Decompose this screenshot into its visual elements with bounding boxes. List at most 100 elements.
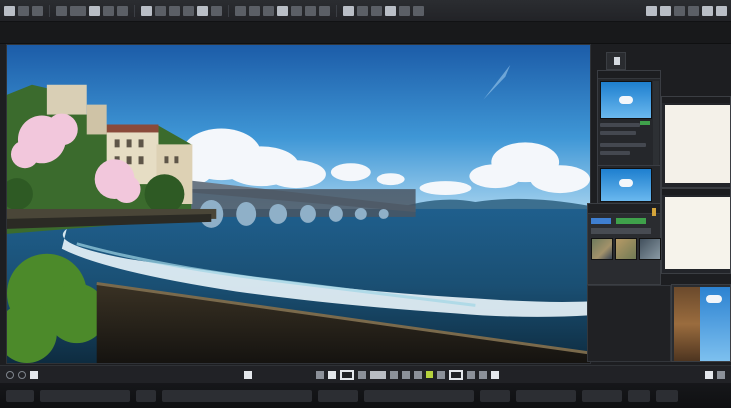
frame-icon[interactable] — [316, 370, 324, 379]
lock-icon[interactable] — [244, 370, 252, 379]
layer-options-row[interactable] — [591, 228, 651, 234]
lasso-icon[interactable] — [211, 5, 222, 16]
preview-image-left[interactable] — [674, 287, 700, 361]
save-icon[interactable] — [89, 5, 100, 16]
undo-icon[interactable] — [103, 5, 114, 16]
image-preview-panel — [671, 284, 731, 362]
layer-opacity-bar[interactable] — [616, 218, 646, 224]
fullscreen-icon[interactable] — [705, 370, 713, 379]
navigator-option-row[interactable] — [600, 143, 646, 147]
toolbar-divider — [49, 4, 50, 17]
help-icon[interactable] — [674, 5, 685, 16]
layer-thumbnail[interactable] — [615, 238, 637, 260]
dock-item[interactable] — [162, 389, 312, 402]
reference-panel-header[interactable] — [662, 97, 730, 103]
flip-icon[interactable] — [491, 370, 499, 379]
pencil-icon[interactable] — [414, 370, 422, 379]
redo-icon[interactable] — [117, 5, 128, 16]
dock-item[interactable] — [136, 389, 156, 402]
point-icon[interactable] — [358, 370, 366, 379]
selection-frame-icon[interactable] — [340, 369, 354, 380]
circle-icon[interactable] — [18, 370, 26, 379]
window-icon[interactable] — [646, 5, 657, 16]
notes-canvas[interactable] — [665, 197, 730, 269]
reference-canvas[interactable] — [665, 105, 730, 183]
dock-item[interactable] — [40, 389, 130, 402]
toolbar-divider — [228, 4, 229, 17]
bottom-dock — [0, 383, 731, 408]
new-file-icon[interactable] — [56, 5, 67, 16]
filter-icon[interactable] — [371, 5, 382, 16]
layer-thumbnail[interactable] — [639, 238, 661, 260]
navigator-option-row[interactable] — [600, 151, 630, 155]
adjust-icon[interactable] — [385, 5, 396, 16]
navigator-zoom-slider[interactable] — [600, 123, 640, 127]
eyedropper-icon[interactable] — [291, 5, 302, 16]
frame-tool-icon[interactable] — [449, 369, 463, 380]
hand-icon[interactable] — [305, 5, 316, 16]
preview-image-right[interactable] — [700, 287, 730, 361]
transform-icon[interactable] — [235, 5, 246, 16]
navigator-thumbnail[interactable] — [600, 81, 652, 119]
fill-icon[interactable] — [169, 5, 180, 16]
layers-icon[interactable] — [343, 5, 354, 16]
top-toolbar — [0, 0, 731, 22]
canvas-painting — [7, 45, 590, 363]
grid-icon[interactable] — [399, 5, 410, 16]
shape-icon[interactable] — [479, 370, 487, 379]
dock-item[interactable] — [582, 389, 622, 402]
view-icon[interactable] — [717, 370, 725, 379]
open-file-icon[interactable] — [70, 5, 86, 16]
dock-item[interactable] — [516, 389, 576, 402]
panel-toggle-icon — [614, 57, 620, 65]
toolbar-divider — [134, 4, 135, 17]
ruler-icon[interactable] — [413, 5, 424, 16]
marker-icon[interactable] — [437, 370, 445, 379]
square-icon[interactable] — [30, 370, 38, 379]
text-icon[interactable] — [263, 5, 274, 16]
dock-item[interactable] — [364, 389, 474, 402]
pen-icon[interactable] — [402, 370, 410, 379]
crop-icon[interactable] — [249, 5, 260, 16]
settings-icon[interactable] — [688, 5, 699, 16]
canvas-area[interactable] — [6, 44, 591, 364]
layer-strip-icon[interactable] — [370, 370, 386, 379]
panel-toggle-button[interactable] — [606, 52, 626, 70]
menu-icon[interactable] — [18, 5, 29, 16]
dock-item[interactable] — [628, 389, 650, 402]
empty-panel — [587, 285, 671, 362]
color-swatch-icon[interactable] — [426, 371, 433, 378]
workspace-icon[interactable] — [660, 5, 671, 16]
brush-icon[interactable] — [141, 5, 152, 16]
mask-icon[interactable] — [357, 5, 368, 16]
layer-blend-mode[interactable] — [591, 218, 611, 224]
dock-item[interactable] — [480, 389, 510, 402]
minimize-icon[interactable] — [702, 5, 713, 16]
dock-item[interactable] — [656, 389, 678, 402]
preview-thumbnail[interactable] — [600, 168, 652, 202]
navigator-panel-header[interactable] — [598, 71, 660, 79]
navigator-active-indicator — [640, 121, 650, 125]
eraser-icon[interactable] — [155, 5, 166, 16]
zoom-icon[interactable] — [319, 5, 330, 16]
painting-app-window — [0, 0, 731, 408]
close-icon[interactable] — [716, 5, 727, 16]
notes-panel-header[interactable] — [662, 189, 730, 195]
layers-panel-header[interactable] — [588, 204, 660, 214]
brush-icon[interactable] — [390, 370, 398, 379]
status-bar — [0, 365, 731, 383]
file-icon[interactable] — [32, 5, 43, 16]
dock-item[interactable] — [6, 389, 34, 402]
dock-item[interactable] — [318, 389, 358, 402]
layer-thumbnail[interactable] — [591, 238, 613, 260]
app-logo-icon[interactable] — [4, 5, 15, 16]
gradient-icon[interactable] — [183, 5, 194, 16]
select-icon[interactable] — [197, 5, 208, 16]
shape-icon[interactable] — [277, 5, 288, 16]
layer-lock-icon[interactable] — [652, 208, 656, 216]
canvas-icon[interactable] — [328, 370, 336, 379]
navigator-rotate-slider[interactable] — [600, 131, 636, 135]
notes-panel — [661, 188, 731, 274]
arrow-icon[interactable] — [467, 370, 475, 379]
rotate-icon[interactable] — [6, 370, 14, 379]
